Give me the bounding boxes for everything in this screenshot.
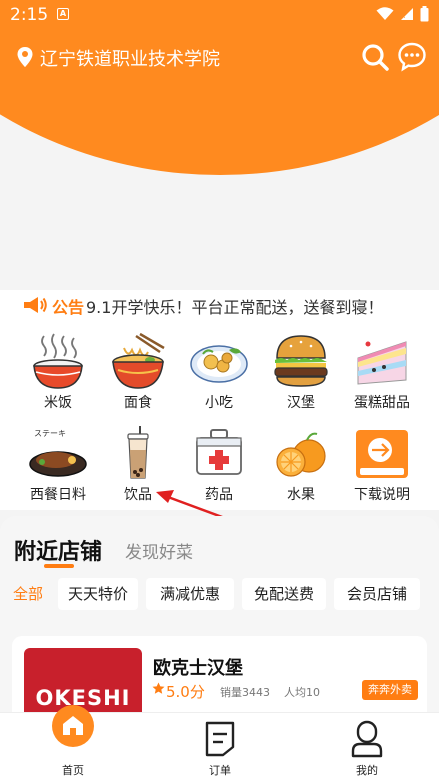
noodle-bowl-icon [112,332,165,389]
battery-icon [420,6,429,22]
burger-icon [274,335,328,387]
category-western[interactable]: ステーキ 西餐日料 [18,426,98,506]
filter-free-delivery[interactable]: 免配送费 [242,578,326,610]
category-burger[interactable]: 汉堡 [261,332,341,412]
category-rice[interactable]: 米饭 [18,332,98,412]
category-label: 药品 [205,487,233,503]
search-icon[interactable] [360,42,390,72]
filter-member-stores[interactable]: 会员店铺 [334,578,420,610]
filter-bar: 全部 天天特价 满减优惠 免配送费 会员店铺 [0,578,439,612]
wifi-icon [376,7,394,20]
cake-icon [357,341,407,385]
status-time: 2:15 [10,5,49,25]
category-grid: 米饭 面食 小吃 汉堡 蛋糕甜品 ステーキ 西餐日料 饮品 药品 水果 下载说明 [0,320,439,510]
message-icon[interactable] [398,42,426,72]
drink-cup-icon [127,426,149,479]
store-sales: 销量3443 [220,686,270,699]
filter-daily-deals[interactable]: 天天特价 [58,578,138,610]
delivery-badge: 奔奔外卖 [362,680,418,700]
bottom-navigation: 首页 订单 我的 [0,705,439,782]
active-tab-indicator [44,564,74,568]
category-fruit[interactable]: 水果 [261,426,341,506]
category-cake[interactable]: 蛋糕甜品 [342,332,422,412]
svg-text:ステーキ: ステーキ [34,429,66,438]
category-label: 下载说明 [354,487,410,503]
location-label[interactable]: 辽宁铁道职业技术学院 [40,45,220,71]
category-label: 面食 [124,395,152,411]
notification-app-icon: A [57,8,69,20]
svg-text:!: ! [403,12,406,20]
nav-profile-label: 我的 [356,764,378,777]
announcement-label: 公告 [52,298,85,317]
category-label: 汉堡 [287,395,315,411]
category-label: 蛋糕甜品 [354,395,410,411]
nav-home[interactable]: 首页 [23,705,123,782]
nav-orders-label: 订单 [209,764,231,777]
profile-icon [351,720,383,758]
steak-icon: ステーキ [29,429,87,477]
announcement-bar[interactable]: 公告 9.1开学快乐！平台正常配送，送餐到寝！ [0,290,439,320]
location-pin-icon[interactable] [16,46,34,68]
category-label: 米饭 [44,395,72,411]
category-label: 水果 [287,487,315,503]
signal-icon: ! [401,8,413,20]
category-medicine[interactable]: 药品 [179,426,259,506]
store-average-price: 人均10 [284,686,320,699]
orange-fruit-icon [276,432,326,477]
store-rating: 5.0分 [166,683,205,701]
nav-home-label: 首页 [62,764,84,777]
top-bar: 辽宁铁道职业技术学院 [0,38,439,78]
orders-icon [205,721,235,757]
nav-profile[interactable]: 我的 [317,713,417,782]
home-icon [63,716,83,735]
tab-discover-dishes[interactable]: 发现好菜 [125,538,193,563]
megaphone-icon [24,297,47,313]
category-snacks[interactable]: 小吃 [179,332,259,412]
category-drinks[interactable]: 饮品 [98,426,178,506]
rice-bowl-icon [33,333,83,389]
status-bar: 2:15 A ! [0,0,439,30]
star-icon [152,682,165,694]
nav-orders[interactable]: 订单 [170,713,270,782]
medicine-box-icon [196,429,242,475]
nearby-stores-section: 附近店铺 发现好菜 全部 天天特价 满减优惠 免配送费 会员店铺 OKESHI … [0,516,439,728]
tab-nearby-stores[interactable]: 附近店铺 [14,534,102,566]
delivery-download-icon [356,430,408,478]
announcement-text: 9.1开学快乐！平台正常配送，送餐到寝！ [86,298,384,317]
store-name: 欧克士汉堡 [153,658,243,679]
category-label: 饮品 [124,487,152,503]
category-label: 小吃 [205,395,233,411]
category-noodles[interactable]: 面食 [98,332,178,412]
filter-discounts[interactable]: 满减优惠 [146,578,234,610]
category-label: 西餐日料 [30,487,86,503]
snack-plate-icon [190,345,248,383]
filter-all[interactable]: 全部 [6,578,50,610]
category-download-guide[interactable]: 下载说明 [342,426,422,506]
